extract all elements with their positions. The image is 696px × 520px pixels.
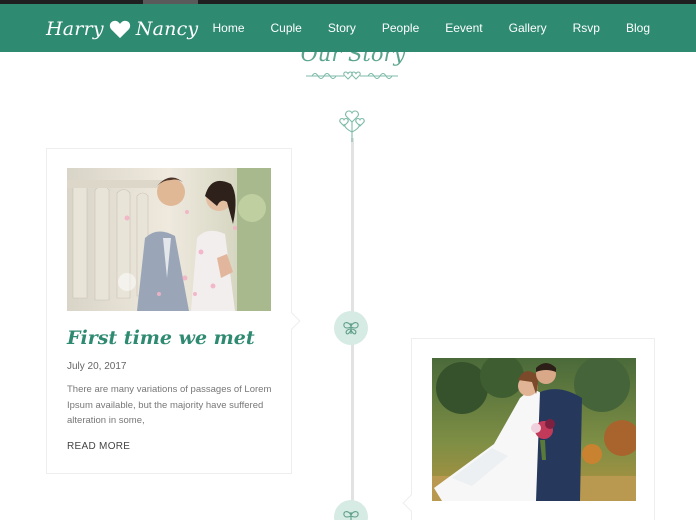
main-nav: Home Cuple Story People Eevent Gallery R… — [186, 4, 650, 52]
nav-item-eevent[interactable]: Eevent — [445, 21, 482, 35]
story-date: July 20, 2017 — [67, 361, 127, 372]
nav-item-home[interactable]: Home — [212, 21, 244, 35]
story-card — [402, 338, 655, 520]
brand-logo[interactable]: Harry Nancy — [46, 13, 198, 45]
nav-item-story[interactable]: Story — [328, 21, 356, 35]
nav-item-gallery[interactable]: Gallery — [509, 21, 547, 35]
read-more-link[interactable]: READ MORE — [67, 441, 130, 452]
butterfly-icon — [343, 322, 359, 335]
story-title: First time we met — [67, 327, 255, 349]
timeline-node — [334, 500, 368, 520]
card-pointer — [283, 312, 301, 330]
navbar: Harry Nancy Home Cuple Story People Eeve… — [0, 4, 696, 52]
card-pointer — [402, 494, 420, 512]
butterfly-icon — [343, 511, 359, 520]
timeline-node — [334, 311, 368, 345]
heart-tree-icon — [339, 110, 365, 142]
brand-first-name: Harry — [46, 18, 104, 40]
couple-photo — [67, 168, 271, 311]
nav-item-cuple[interactable]: Cuple — [271, 21, 302, 35]
nav-item-people[interactable]: People — [382, 21, 419, 35]
story-card: First time we met July 20, 2017 There ar… — [46, 148, 301, 474]
nav-item-rsvp[interactable]: Rsvp — [573, 21, 600, 35]
story-title-peek — [512, 515, 612, 520]
couple-photo — [432, 358, 636, 501]
hearts-vine-ornament-icon — [306, 71, 398, 80]
story-text: There are many variations of passages of… — [67, 384, 272, 426]
heart-icon — [109, 20, 130, 39]
nav-item-blog[interactable]: Blog — [626, 21, 650, 35]
